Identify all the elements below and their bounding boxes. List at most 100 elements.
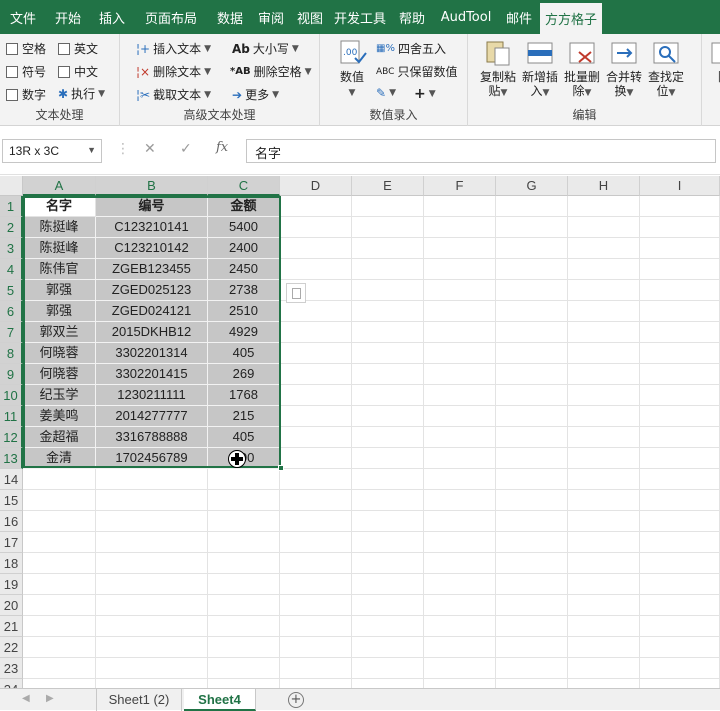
grid-cell[interactable]: [496, 343, 568, 364]
sheet-tab-sheet4[interactable]: Sheet4: [184, 689, 256, 711]
grid-cell[interactable]: 2014277777: [96, 406, 208, 427]
grid-cell[interactable]: 405: [208, 427, 280, 448]
grid-cell[interactable]: [496, 553, 568, 574]
grid-cell[interactable]: [568, 637, 640, 658]
grid-cell[interactable]: 陈挺峰: [23, 217, 96, 238]
grid-cell[interactable]: [640, 406, 720, 427]
grid-cell[interactable]: [280, 385, 352, 406]
grid-cell[interactable]: [280, 364, 352, 385]
case-button[interactable]: Ab 大小写 ▼: [232, 40, 299, 57]
grid-cell[interactable]: 1702456789: [96, 448, 208, 469]
grid-cell[interactable]: [280, 637, 352, 658]
grid-cell[interactable]: [352, 511, 424, 532]
formula-input[interactable]: 名字: [246, 139, 716, 163]
grid-cell[interactable]: [568, 364, 640, 385]
grid-cell[interactable]: [352, 406, 424, 427]
fill-handle[interactable]: [278, 465, 284, 471]
cancel-icon[interactable]: ✕: [144, 141, 156, 157]
grid-cell[interactable]: [640, 490, 720, 511]
grid-cell[interactable]: [280, 238, 352, 259]
grid-cell[interactable]: [496, 574, 568, 595]
grid-cell[interactable]: [568, 553, 640, 574]
grid-cell[interactable]: [352, 196, 424, 217]
column-header[interactable]: D: [280, 176, 352, 196]
grid-cell[interactable]: C123210142: [96, 238, 208, 259]
grid-cell[interactable]: [280, 469, 352, 490]
checkbox-space[interactable]: 空格: [6, 40, 46, 57]
grid-cell[interactable]: 2450: [208, 259, 280, 280]
grid-cell[interactable]: [352, 658, 424, 679]
grid-cell[interactable]: 269: [208, 364, 280, 385]
add-value-button[interactable]: + ▼: [414, 86, 436, 102]
add-insert-button[interactable]: 新增插入▼: [520, 38, 560, 100]
grid-cell[interactable]: [208, 490, 280, 511]
grid-cell[interactable]: [496, 532, 568, 553]
grid-cell[interactable]: [640, 553, 720, 574]
grid-cell[interactable]: 郭强: [23, 301, 96, 322]
ribbon-tab[interactable]: 开始: [46, 0, 90, 34]
grid-cell[interactable]: [208, 637, 280, 658]
grid-cell[interactable]: [23, 469, 96, 490]
grid-cell[interactable]: [208, 553, 280, 574]
grid-cell[interactable]: 郭强: [23, 280, 96, 301]
ribbon-tab[interactable]: 方方格子: [540, 3, 602, 34]
column-header[interactable]: G: [496, 176, 568, 196]
grid-cell[interactable]: [424, 427, 496, 448]
row-header[interactable]: 19: [0, 574, 23, 595]
row-header[interactable]: 23: [0, 658, 23, 679]
grid-cell[interactable]: [280, 217, 352, 238]
grid-cell[interactable]: [568, 532, 640, 553]
grid-cell[interactable]: [280, 301, 352, 322]
grid-cell[interactable]: [280, 553, 352, 574]
grid-cell[interactable]: [96, 637, 208, 658]
quick-analysis-icon[interactable]: [286, 283, 306, 303]
grid-cell[interactable]: [352, 280, 424, 301]
row-header[interactable]: 8: [0, 343, 23, 364]
grid-cell[interactable]: 2015DKHB12: [96, 322, 208, 343]
ribbon-tab[interactable]: 页面布局: [134, 0, 208, 34]
ribbon-tab[interactable]: 审阅: [252, 0, 290, 34]
sheet-tab-sheet1-2[interactable]: Sheet1 (2): [96, 689, 182, 711]
row-header[interactable]: 13: [0, 448, 23, 469]
grid-cell[interactable]: 3302201314: [96, 343, 208, 364]
grid-cell[interactable]: [280, 322, 352, 343]
grid-cell[interactable]: [424, 658, 496, 679]
grid-cell[interactable]: [640, 427, 720, 448]
grid-cell[interactable]: ZGED024121: [96, 301, 208, 322]
grid-cell[interactable]: [96, 553, 208, 574]
grid-cell[interactable]: [208, 574, 280, 595]
grid-cell[interactable]: [496, 595, 568, 616]
grid-cell[interactable]: [496, 385, 568, 406]
grid-cell[interactable]: [496, 364, 568, 385]
grid-cell[interactable]: [640, 637, 720, 658]
grid-cell[interactable]: [640, 322, 720, 343]
column-header[interactable]: H: [568, 176, 640, 196]
grid-cell[interactable]: [568, 385, 640, 406]
ribbon-tab[interactable]: 数据: [208, 0, 252, 34]
column-header[interactable]: I: [640, 176, 720, 196]
grid-cell[interactable]: [640, 448, 720, 469]
grid-cell[interactable]: [352, 385, 424, 406]
grid-cell[interactable]: [96, 658, 208, 679]
grid-cell[interactable]: [640, 574, 720, 595]
edit-value-button[interactable]: ✎ ▼: [376, 86, 396, 100]
grid-cell[interactable]: [352, 448, 424, 469]
grid-cell[interactable]: [496, 448, 568, 469]
grid-cell[interactable]: [208, 658, 280, 679]
execute-button[interactable]: ✱ 执行 ▼: [58, 85, 105, 102]
grid-cell[interactable]: [23, 553, 96, 574]
grid-cell[interactable]: 3316788888: [96, 427, 208, 448]
grid-cell[interactable]: [352, 238, 424, 259]
grid-cell[interactable]: [208, 511, 280, 532]
scroll-right-icon[interactable]: ▶: [46, 693, 54, 704]
copy-paste-button[interactable]: 复制粘贴▼: [478, 38, 518, 100]
grid-cell[interactable]: [424, 343, 496, 364]
ribbon-tab[interactable]: 插入: [90, 0, 134, 34]
checkbox-box[interactable]: [58, 42, 70, 55]
row-header[interactable]: 1: [0, 196, 23, 217]
grid-cell[interactable]: [23, 616, 96, 637]
grid-cell[interactable]: 2738: [208, 280, 280, 301]
grid-cell[interactable]: [280, 595, 352, 616]
grid-cell[interactable]: [424, 196, 496, 217]
grid-cell[interactable]: [568, 301, 640, 322]
